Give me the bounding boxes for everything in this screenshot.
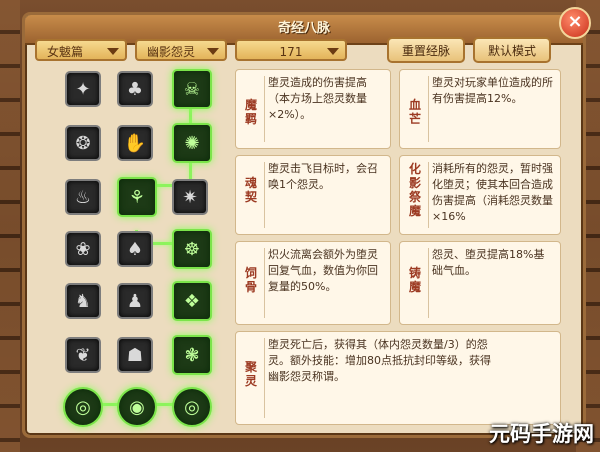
skill-description: 堕灵死亡后，获得其（体内怨灵数量/3）的怨灵。额外技能：增加80点抵抗封印等级，… [268, 338, 491, 383]
skill-card[interactable]: 聚灵 堕灵死亡后，获得其（体内怨灵数量/3）的怨灵。额外技能：增加80点抵抗封印… [235, 331, 561, 425]
skill-name: 聚灵 [244, 360, 257, 388]
meridian-node-active-icon[interactable]: ❃ [172, 335, 212, 375]
meridian-node-icon[interactable]: ✋ [117, 125, 153, 161]
skill-description: 怨灵、堕灵提高18%基础气血。 [432, 248, 545, 277]
skill-description: 炽火流离会额外为堕灵回复气血，数值为你回复量的50%。 [268, 248, 378, 293]
sect-dropdown-value: 女魃篇 [47, 45, 84, 59]
meridian-node-icon[interactable]: ☗ [117, 337, 153, 373]
divider [264, 76, 265, 142]
meridian-node-active-icon[interactable]: ✺ [172, 123, 212, 163]
meridian-orb-icon[interactable]: ◉ [117, 387, 157, 427]
points-value: 171 [279, 45, 303, 59]
divider [264, 248, 265, 318]
skill-name: 血芒 [408, 98, 421, 126]
skill-name: 化影祭魔 [408, 162, 421, 218]
chevron-down-icon [207, 48, 219, 55]
divider [264, 338, 265, 418]
divider [428, 76, 429, 142]
skill-description: 消耗所有的怨灵，暂时强化堕灵；使其本回合造成伤害提高（消耗怨灵数量×16% [432, 162, 553, 223]
divider [264, 162, 265, 228]
skill-name: 魂契 [244, 176, 257, 204]
skill-name: 魔羁 [244, 98, 257, 126]
meridian-node-icon[interactable]: ✦ [65, 71, 101, 107]
skill-card[interactable]: 血芒 堕灵对玩家单位造成的所有伤害提高12%。 [399, 69, 561, 149]
default-mode-button[interactable]: 默认模式 [473, 37, 551, 63]
meridian-orb-icon[interactable]: ◎ [172, 387, 212, 427]
skill-card[interactable]: 铸魔 怨灵、堕灵提高18%基础气血。 [399, 241, 561, 325]
branch-dropdown[interactable]: 幽影怨灵 [135, 39, 227, 61]
sect-dropdown[interactable]: 女魃篇 [35, 39, 127, 61]
meridian-node-icon[interactable]: ♞ [65, 283, 101, 319]
skill-card[interactable]: 化影祭魔 消耗所有的怨灵，暂时强化堕灵；使其本回合造成伤害提高（消耗怨灵数量×1… [399, 155, 561, 235]
divider [428, 162, 429, 228]
meridian-node-icon[interactable]: ♨ [65, 179, 101, 215]
skill-card[interactable]: 魂契 堕灵击飞目标时，会召唤1个怨灵。 [235, 155, 391, 235]
skill-name: 铸魔 [408, 266, 421, 294]
meridian-orb-icon[interactable]: ◎ [63, 387, 103, 427]
meridian-node-icon[interactable]: ♟ [117, 283, 153, 319]
meridian-node-icon[interactable]: ❂ [65, 125, 101, 161]
skill-tree: ✦ ♣ ☠ ❂ ✋ ✺ ♨ ⚘ ✷ ❀ ♠ ☸ ♞ ♟ ❖ ❦ ☗ ❃ ◎ ◉ … [47, 67, 225, 437]
divider [428, 248, 429, 318]
chevron-down-icon [327, 48, 339, 55]
skill-name: 饲骨 [244, 266, 257, 294]
meridian-node-active-icon[interactable]: ☸ [172, 229, 212, 269]
meridian-node-active-icon[interactable]: ⚘ [117, 177, 157, 217]
skill-card[interactable]: 魔羁 堕灵造成的伤害提高（本方场上怨灵数量×2%）。 [235, 69, 391, 149]
branch-dropdown-value: 幽影怨灵 [147, 45, 196, 59]
meridian-node-active-icon[interactable]: ❖ [172, 281, 212, 321]
meridian-panel: 奇经八脉 × 女魃篇 幽影怨灵 171 重置经脉 默认模式 ✦ ♣ ☠ ❂ ✋ … [22, 7, 591, 438]
site-watermark: 元码手游网 [489, 422, 594, 446]
meridian-node-icon[interactable]: ✷ [172, 179, 208, 215]
points-dropdown[interactable]: 171 [235, 39, 347, 61]
meridian-node-icon[interactable]: ❀ [65, 231, 101, 267]
meridian-node-icon[interactable]: ❦ [65, 337, 101, 373]
meridian-node-icon[interactable]: ♣ [117, 71, 153, 107]
reset-meridian-button[interactable]: 重置经脉 [387, 37, 465, 63]
skill-description: 堕灵对玩家单位造成的所有伤害提高12%。 [432, 76, 553, 105]
meridian-node-icon[interactable]: ♠ [117, 231, 153, 267]
window-title: 奇经八脉 [277, 21, 330, 36]
skill-description: 堕灵击飞目标时，会召唤1个怨灵。 [268, 162, 378, 191]
chevron-down-icon [107, 48, 119, 55]
close-button[interactable]: × [559, 7, 591, 39]
skill-card[interactable]: 饲骨 炽火流离会额外为堕灵回复气血，数值为你回复量的50%。 [235, 241, 391, 325]
meridian-node-active-icon[interactable]: ☠ [172, 69, 212, 109]
skill-description: 堕灵造成的伤害提高（本方场上怨灵数量×2%）。 [268, 76, 367, 121]
